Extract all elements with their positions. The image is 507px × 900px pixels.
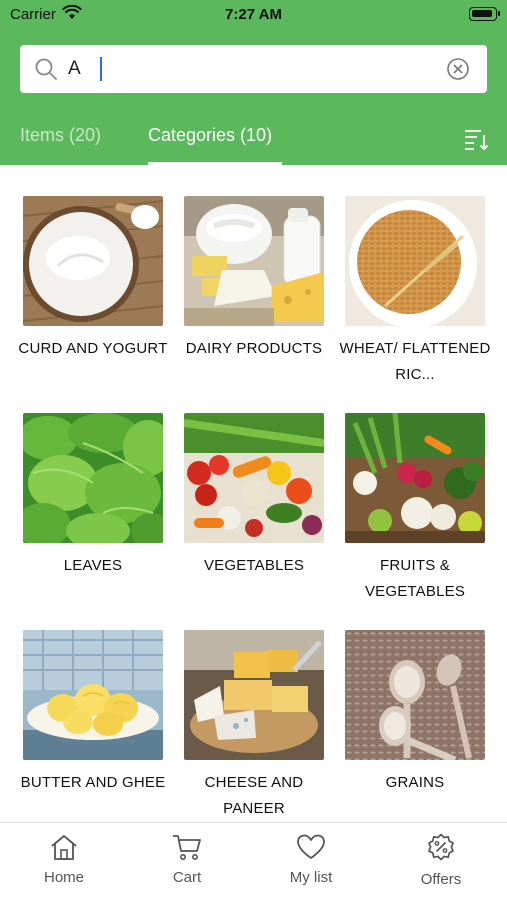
category-label: CURD AND YOGURT xyxy=(18,340,168,357)
battery-icon xyxy=(469,7,500,21)
wheat-image xyxy=(345,196,485,326)
leaves-image xyxy=(23,413,163,543)
butter-ghee-image xyxy=(23,630,163,760)
nav-label: Cart xyxy=(172,869,202,886)
nav-label: Home xyxy=(43,869,84,886)
fruits-vegetables-image xyxy=(345,413,485,543)
clear-search-icon[interactable] xyxy=(447,58,469,80)
tab-categories[interactable]: Categories (10) xyxy=(148,125,272,146)
category-tile-fruits-vegetables[interactable]: FRUITS & VEGETABLES xyxy=(345,413,485,605)
category-label: GRAINS xyxy=(385,774,445,791)
nav-my-list[interactable]: My list xyxy=(261,833,361,886)
sort-icon[interactable] xyxy=(463,127,489,151)
category-tile-curd[interactable]: CURD AND YOGURT xyxy=(18,196,167,362)
category-tile-butter[interactable]: BUTTER AND GHEE xyxy=(21,630,165,796)
nav-offers[interactable]: Offers xyxy=(391,833,491,888)
category-tile-vegetables[interactable]: VEGETABLES xyxy=(184,413,324,579)
category-label: LEAVES xyxy=(63,557,123,574)
bottom-nav: Home Cart My list Offers xyxy=(0,822,507,900)
grains-image xyxy=(345,630,485,760)
app-header: Carrier 7:27 AM Items (20) Categories (1… xyxy=(0,0,507,165)
cheese-paneer-image xyxy=(184,630,324,760)
text-caret xyxy=(100,57,102,81)
cart-icon xyxy=(173,835,201,860)
heart-icon xyxy=(297,834,325,859)
dairy-products-image xyxy=(184,196,324,326)
category-label: DAIRY PRODUCTS xyxy=(185,340,323,357)
nav-cart[interactable]: Cart xyxy=(137,833,237,886)
nav-label: Offers xyxy=(420,871,462,888)
category-label: CHEESE AND PANEER xyxy=(204,774,304,817)
category-tile-leaves[interactable]: LEAVES xyxy=(23,413,163,579)
nav-home[interactable]: Home xyxy=(14,833,114,886)
status-bar: Carrier 7:27 AM xyxy=(0,0,507,32)
vegetables-image xyxy=(184,413,324,543)
category-tile-dairy[interactable]: DAIRY PRODUCTS xyxy=(184,196,324,362)
category-tile-wheat[interactable]: WHEAT/ FLATTENED RIC... xyxy=(340,196,490,388)
category-label: BUTTER AND GHEE xyxy=(20,774,166,791)
category-grid: CURD AND YOGURT DAIRY PRODUCTS WHEAT/ FL… xyxy=(0,165,507,822)
offers-icon xyxy=(428,833,454,861)
category-tile-grains[interactable]: GRAINS xyxy=(345,630,485,796)
category-label: FRUITS & VEGETABLES xyxy=(364,557,466,600)
home-icon xyxy=(51,835,77,860)
search-result-tabs: Items (20) Categories (10) xyxy=(0,115,507,165)
category-tile-cheese[interactable]: CHEESE AND PANEER xyxy=(184,630,324,822)
search-input[interactable] xyxy=(68,53,438,85)
category-label: VEGETABLES xyxy=(203,557,305,574)
tab-items[interactable]: Items (20) xyxy=(20,125,101,146)
nav-label: My list xyxy=(289,869,333,886)
search-icon xyxy=(35,58,57,80)
curd-yogurt-image xyxy=(23,196,163,326)
status-time: 7:27 AM xyxy=(225,6,282,23)
category-label: WHEAT/ FLATTENED RIC... xyxy=(339,340,491,383)
search-bar[interactable] xyxy=(20,45,487,93)
